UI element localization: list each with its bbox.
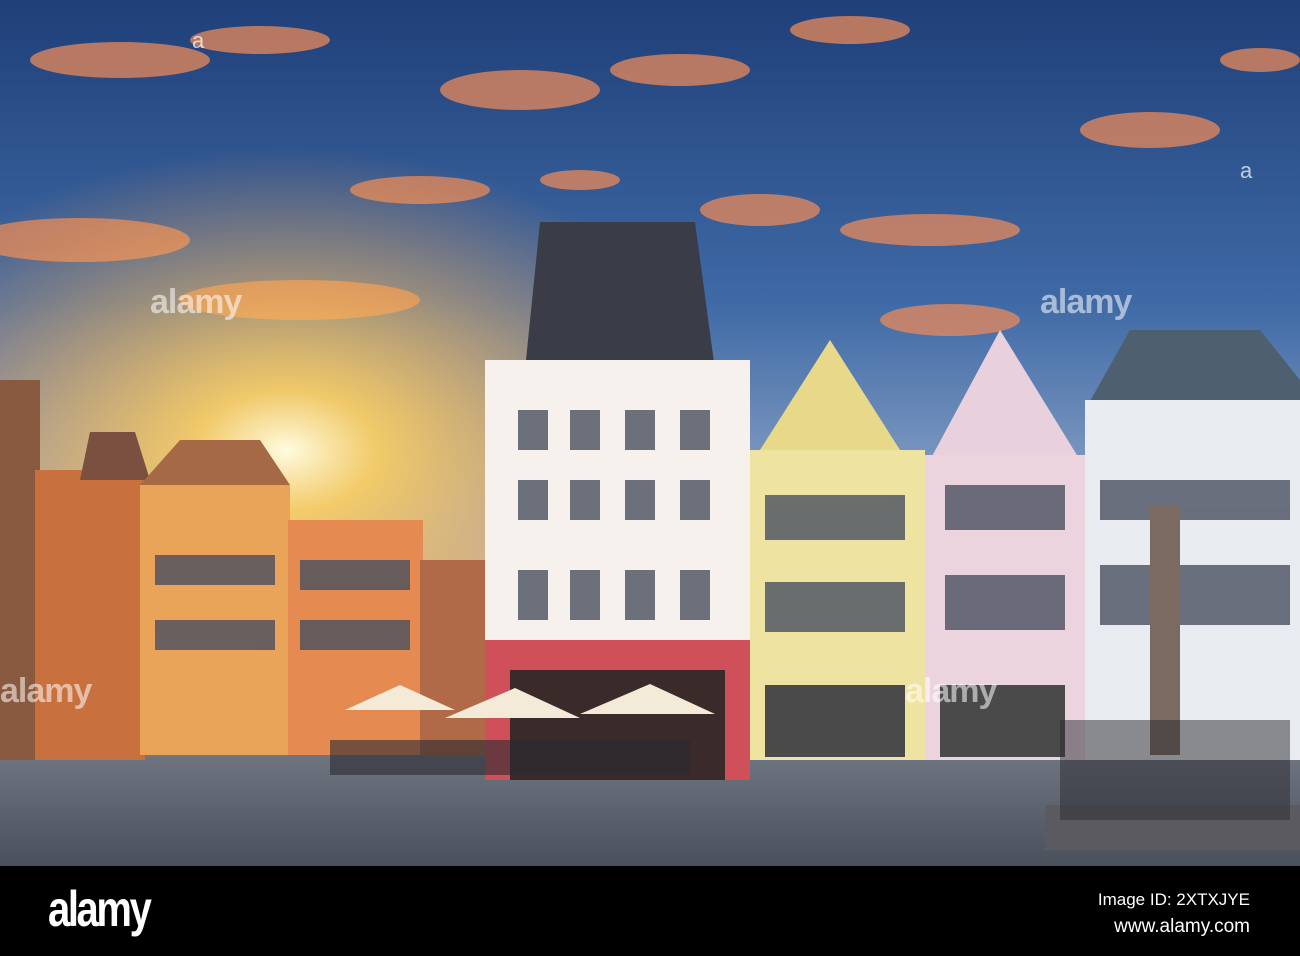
site-url: www.alamy.com: [1114, 916, 1250, 937]
watermark-text: alamy: [905, 672, 997, 710]
right-building: [1085, 330, 1300, 760]
market-square-photo: [0, 0, 1300, 866]
watermark-text: alamy: [150, 283, 242, 321]
footer-bar: alamy Image ID: 2XTXJYE www.alamy.com: [0, 866, 1300, 956]
watermark-text: alamy: [0, 672, 92, 710]
watermark-corner-mark: a: [1240, 158, 1253, 183]
stock-photo: alamy alamy alamy alamy a a alamy Image …: [0, 0, 1300, 956]
watermark-text: alamy: [1040, 283, 1132, 321]
alamy-logo: alamy: [48, 881, 152, 937]
image-id: Image ID: 2XTXJYE: [1097, 890, 1250, 909]
watermark-corner-mark: a: [192, 28, 205, 53]
